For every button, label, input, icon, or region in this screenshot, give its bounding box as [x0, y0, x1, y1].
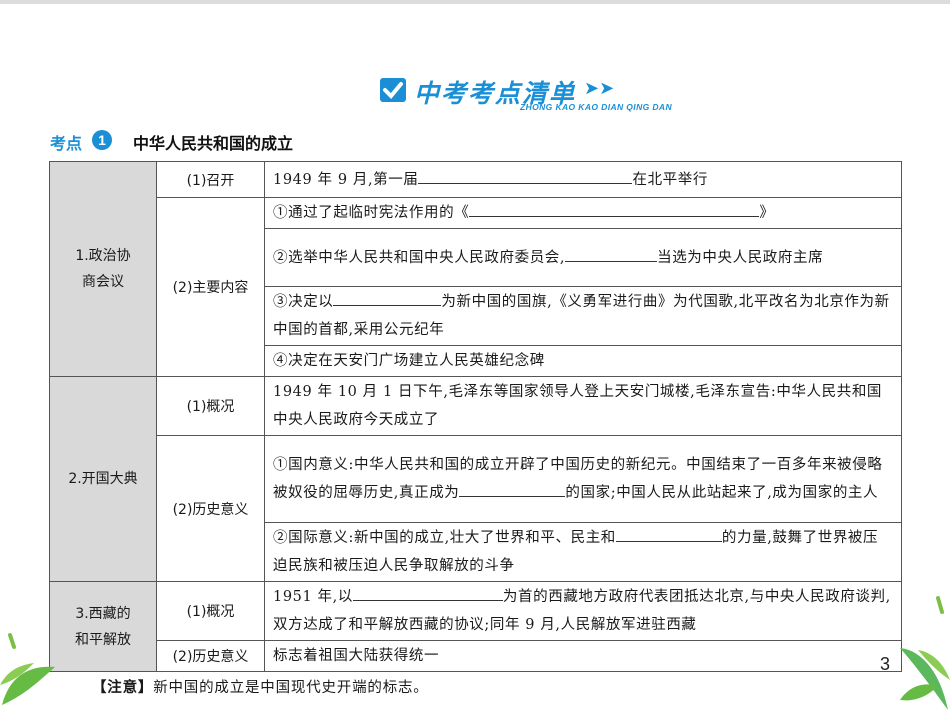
sub-label: (1)概况	[156, 581, 265, 641]
answer-blank[interactable]	[352, 584, 503, 601]
note-line: 【注意】新中国的成立是中国现代史开端的标志。	[92, 676, 429, 697]
content-text: ③决定以	[273, 294, 334, 310]
content-cell: 1949 年 9 月,第一届 在北平举行	[264, 161, 902, 198]
top-border	[0, 0, 950, 4]
content-cell: ①国内意义:中华人民共和国的成立开辟了中国历史的新纪元。中国结束了一百多年来被侵…	[264, 435, 902, 523]
sub-label: (1)概况	[156, 376, 265, 436]
answer-blank[interactable]	[418, 167, 633, 184]
answer-blank[interactable]	[565, 245, 658, 262]
table-row: (2)主要内容 ①通过了起临时宪法作用的《 》	[50, 197, 902, 377]
content-text: 当选为中央人民政府主席	[657, 249, 824, 266]
knowledge-table: 1.政治协 商会议 (1)召开 1949 年 9 月,第一届 在北平举行 (2)主…	[49, 161, 902, 672]
sub-label: (2)主要内容	[156, 197, 265, 377]
double-arrow-icon: ➤➤	[584, 78, 615, 99]
note-text: 新中国的成立是中国现代史开端的标志。	[153, 680, 429, 696]
section-label-line: 商会议	[82, 274, 124, 290]
content-text: ②国际意义:新中国的成立,壮大了世界和平、民主和	[273, 530, 616, 546]
note-tag: 【注意】	[92, 680, 154, 696]
leaf-decoration-icon	[900, 596, 950, 710]
content-text: ①通过了起临时宪法作用的《	[273, 205, 470, 221]
content-cell: ②选举中华人民共和国中央人民政府委员会, 当选为中央人民政府主席	[264, 228, 902, 287]
table-row: 1.政治协 商会议 (1)召开 1949 年 9 月,第一届 在北平举行	[49, 161, 902, 377]
banner-subtitle: ZHONG KAO KAO DIAN QING DAN	[520, 102, 672, 112]
answer-blank[interactable]	[333, 289, 442, 306]
leaf-decoration-icon	[0, 633, 55, 705]
content-cell: ①通过了起临时宪法作用的《 》	[264, 197, 902, 229]
table-row: (2)历史意义 标志着祖国大陆获得统一	[50, 640, 902, 672]
content-cell: ③决定以 为新中国的国旗,《义勇军进行曲》为代国歌,北平改名为北京作为新中国的首都…	[264, 286, 902, 346]
content-text: 的国家;中国人民从此站起来了,成为国家的主人	[565, 485, 879, 501]
content-text: 1949 年 9 月,第一届	[273, 171, 419, 188]
content-cell: 1951 年,以 为首的西藏地方政府代表团抵达北京,与中央人民政府谈判,双方达成了…	[264, 581, 902, 641]
content-cell: 1949 年 10 月 1 日下午,毛泽东等国家领导人登上天安门城楼,毛泽东宣告…	[264, 376, 902, 436]
kaodian-label: 考点	[50, 134, 83, 153]
answer-blank[interactable]	[469, 200, 760, 217]
answer-blank[interactable]	[459, 480, 566, 497]
section-label-1: 1.政治协 商会议	[49, 161, 157, 377]
table-row: 2.开国大典 (1)概况 1949 年 10 月 1 日下午,毛泽东等国家领导人…	[49, 376, 902, 582]
section-label-2: 2.开国大典	[49, 376, 157, 582]
table-row: 3.西藏的 和平解放 (1)概况 1951 年,以 为首的西藏地方政府代表团抵达北…	[49, 581, 902, 672]
content-cell: 标志着祖国大陆获得统一	[264, 640, 902, 672]
content-text: 1951 年,以	[273, 589, 353, 605]
content-text: ②选举中华人民共和国中央人民政府委员会,	[273, 249, 566, 266]
section-banner: 中考考点清单 ➤➤ ZHONG KAO KAO DIAN QING DAN	[380, 76, 720, 116]
sub-label: (2)历史意义	[156, 640, 265, 672]
sub-label: (1)召开	[156, 161, 265, 198]
content-cell: ②国际意义:新中国的成立,壮大了世界和平、民主和 的力量,鼓舞了世界被压迫民族和被…	[264, 522, 902, 582]
content-text: 》	[759, 205, 775, 221]
section-label-line: 1.政治协	[75, 248, 131, 264]
table-row: (2)历史意义 ①国内意义:中华人民共和国的成立开辟了中国历史的新纪元。中国结束…	[50, 435, 902, 582]
checkmark-icon	[380, 78, 406, 102]
kaodian-number-badge: 1	[92, 130, 112, 150]
content-text: 在北平举行	[632, 171, 708, 188]
answer-blank[interactable]	[615, 525, 722, 542]
sub-label: (2)历史意义	[156, 435, 265, 582]
kaodian-title: 中华人民共和国的成立	[133, 134, 294, 153]
content-cell: ④决定在天安门广场建立人民英雄纪念碑	[264, 345, 902, 377]
section-label-line: 3.西藏的	[75, 605, 131, 622]
